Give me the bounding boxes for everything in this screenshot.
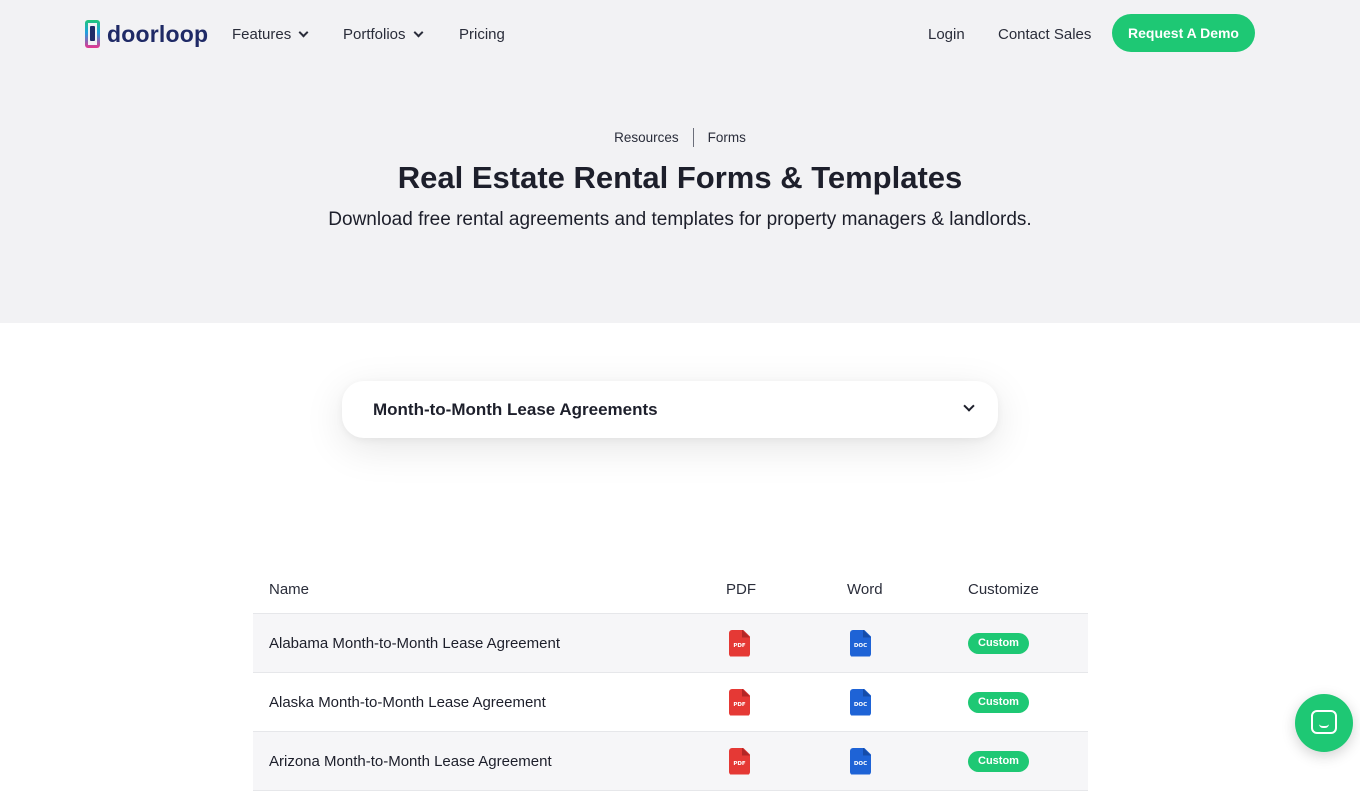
- table-row: Alaska Month-to-Month Lease Agreement PD…: [253, 673, 1088, 732]
- chat-launcher-button[interactable]: [1295, 694, 1353, 752]
- nav-contact-sales[interactable]: Contact Sales: [998, 24, 1091, 44]
- doc-file-icon[interactable]: DOC: [850, 688, 871, 716]
- hero-section: doorloop Features Portfolios Pricing Log…: [0, 0, 1360, 323]
- forms-table: Name PDF Word Customize Alabama Month-to…: [253, 566, 1088, 791]
- custom-button[interactable]: Custom: [968, 632, 1029, 654]
- form-name[interactable]: Arizona Month-to-Month Lease Agreement: [253, 753, 726, 770]
- pdf-file-icon[interactable]: PDF: [729, 747, 750, 775]
- form-category-dropdown[interactable]: Month-to-Month Lease Agreements: [342, 381, 998, 438]
- nav-features-label: Features: [232, 25, 292, 43]
- breadcrumb-resources[interactable]: Resources: [614, 130, 679, 145]
- custom-button[interactable]: Custom: [968, 691, 1029, 713]
- logo-text: doorloop: [107, 20, 209, 47]
- form-name[interactable]: Alabama Month-to-Month Lease Agreement: [253, 635, 726, 652]
- header-word: Word: [847, 581, 883, 598]
- breadcrumb-separator: [692, 128, 694, 147]
- nav-login[interactable]: Login: [928, 24, 965, 44]
- nav-portfolios-label: Portfolios: [343, 25, 406, 43]
- chevron-down-icon: [963, 400, 975, 412]
- header-name: Name: [269, 581, 310, 598]
- nav-pricing[interactable]: Pricing: [459, 24, 505, 44]
- chevron-down-icon: [413, 27, 423, 37]
- header-pdf: PDF: [726, 581, 756, 598]
- custom-button[interactable]: Custom: [968, 750, 1029, 772]
- top-navigation: doorloop Features Portfolios Pricing Log…: [0, 0, 1360, 68]
- pdf-file-icon[interactable]: PDF: [729, 688, 750, 716]
- header-customize: Customize: [968, 581, 1039, 598]
- dropdown-selected-value: Month-to-Month Lease Agreements: [373, 399, 658, 419]
- nav-portfolios[interactable]: Portfolios: [343, 24, 423, 44]
- breadcrumb: Resources Forms: [0, 128, 1360, 147]
- door-logo-icon: [84, 18, 102, 50]
- table-row: Alabama Month-to-Month Lease Agreement P…: [253, 614, 1088, 673]
- request-demo-button[interactable]: Request A Demo: [1112, 14, 1255, 52]
- doc-file-icon[interactable]: DOC: [850, 629, 871, 657]
- doc-file-icon[interactable]: DOC: [850, 747, 871, 775]
- doorloop-logo[interactable]: doorloop: [84, 17, 208, 51]
- form-name[interactable]: Alaska Month-to-Month Lease Agreement: [253, 694, 726, 711]
- page-subtitle: Download free rental agreements and temp…: [328, 209, 1032, 230]
- page-title: Real Estate Rental Forms & Templates: [397, 160, 963, 195]
- table-row: Arizona Month-to-Month Lease Agreement P…: [253, 732, 1088, 791]
- table-header: Name PDF Word Customize: [253, 566, 1088, 614]
- breadcrumb-forms[interactable]: Forms: [708, 130, 746, 145]
- chevron-down-icon: [298, 27, 309, 37]
- chat-bubble-icon: [1311, 710, 1337, 734]
- nav-features[interactable]: Features: [232, 24, 309, 44]
- pdf-file-icon[interactable]: PDF: [729, 629, 750, 657]
